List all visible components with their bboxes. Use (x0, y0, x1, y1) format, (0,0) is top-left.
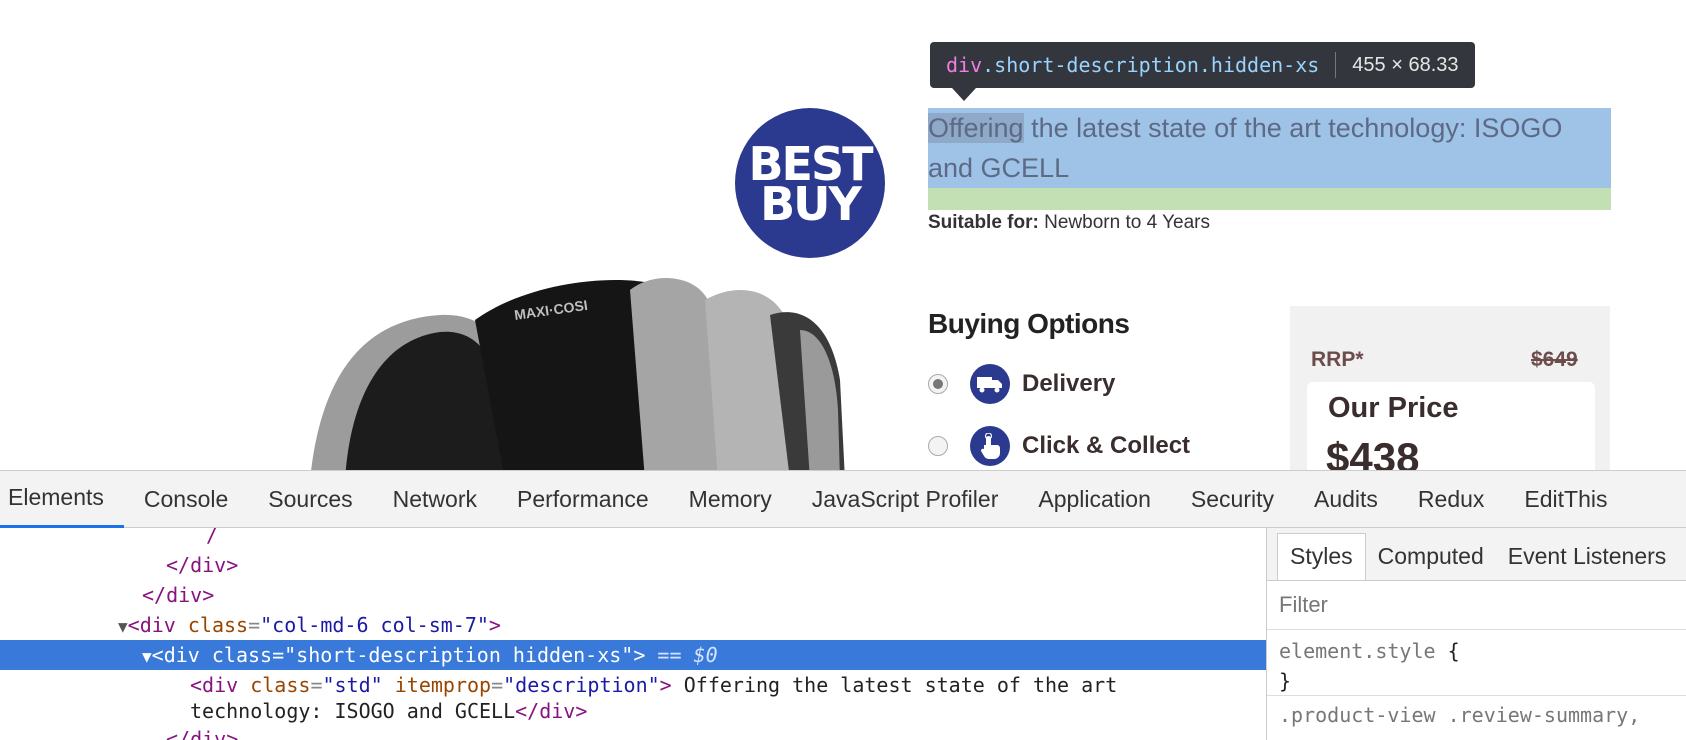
tooltip-classes: .short-description.hidden-xs (982, 53, 1320, 77)
expand-triangle-icon: ▼ (142, 647, 152, 666)
suitable-value: Newborn to 4 Years (1044, 212, 1210, 233)
best-buy-badge: BEST BUY (735, 108, 885, 258)
inspector-margin-highlight (928, 188, 1611, 210)
click-collect-radio[interactable] (928, 436, 948, 456)
styles-filter-input[interactable]: Filter (1267, 581, 1686, 630)
rrp-value: $649 (1531, 348, 1578, 371)
tab-network[interactable]: Network (373, 471, 497, 528)
tab-editthis[interactable]: EditThis (1504, 471, 1627, 528)
element-style-rule: element.style { } (1267, 630, 1686, 696)
rrp-label: RRP* (1311, 348, 1364, 371)
next-rule-selector: .product-view .review-summary, (1279, 703, 1641, 727)
click-collect-label: Click & Collect (1022, 432, 1191, 459)
option-click-collect[interactable]: Click & Collect (928, 426, 1190, 466)
tab-memory[interactable]: Memory (669, 471, 792, 528)
selected-text: Offering (928, 113, 1024, 143)
tab-application[interactable]: Application (1018, 471, 1171, 528)
dom-line-stub: / (206, 528, 219, 547)
tab-javascript-profiler[interactable]: JavaScript Profiler (792, 471, 1019, 528)
tab-event-listeners[interactable]: Event Listeners (1496, 543, 1679, 580)
tab-sources[interactable]: Sources (248, 471, 372, 528)
devtools-panel: Elements Console Sources Network Perform… (0, 470, 1686, 740)
expand-triangle-icon: ▼ (118, 617, 128, 636)
our-price-label: Our Price (1328, 392, 1459, 424)
tooltip-arrow (952, 88, 976, 101)
dom-line-selected[interactable]: ▼<div class="short-description hidden-xs… (0, 640, 1266, 670)
dom-tree: / </div> </div> ▼<div class="col-md-6 co… (0, 528, 1266, 740)
car-seat-image: MAXI·COSI (311, 278, 845, 470)
tab-computed[interactable]: Computed (1366, 543, 1496, 580)
dom-line[interactable]: </div> (0, 580, 1266, 610)
tab-styles[interactable]: Styles (1277, 533, 1366, 580)
dom-line[interactable]: technology: ISOGO and GCELL</div> (0, 696, 1266, 726)
styles-pane: Styles Computed Event Listeners Filter e… (1266, 528, 1686, 740)
tab-security[interactable]: Security (1171, 471, 1294, 528)
suitable-label: Suitable for: (928, 212, 1039, 233)
tooltip-tag: div (946, 53, 983, 77)
hand-pointer-icon (970, 426, 1010, 466)
short-description: Offering the latest state of the art tec… (928, 108, 1611, 188)
our-price-value: $438 (1326, 434, 1420, 470)
tab-audits[interactable]: Audits (1294, 471, 1398, 528)
tooltip-divider (1335, 52, 1337, 78)
tab-redux[interactable]: Redux (1398, 471, 1504, 528)
tab-console[interactable]: Console (124, 471, 248, 528)
dom-line[interactable]: </div> (0, 550, 1266, 580)
suitable-for: Suitable for: Newborn to 4 Years (928, 212, 1210, 234)
description-text: the latest state of the art technology: … (928, 113, 1563, 183)
element-style-selector: element.style (1279, 639, 1436, 663)
option-delivery[interactable]: Delivery (928, 364, 1115, 404)
dom-line[interactable]: </div> (0, 724, 1266, 740)
dom-line[interactable]: ▼<div class="col-md-6 col-sm-7"> (0, 610, 1266, 640)
truck-icon (970, 364, 1010, 404)
delivery-label: Delivery (1022, 370, 1116, 397)
product-page: BEST BUY MAXI·COSI Offering the latest s… (0, 0, 1686, 470)
tab-performance[interactable]: Performance (497, 471, 669, 528)
delivery-radio[interactable] (928, 374, 948, 394)
buying-options-title: Buying Options (928, 308, 1130, 339)
styles-tab-bar: Styles Computed Event Listeners (1267, 528, 1686, 581)
tooltip-dimensions: 455 × 68.33 (1352, 53, 1459, 76)
devtools-tab-bar: Elements Console Sources Network Perform… (0, 471, 1686, 528)
tab-elements[interactable]: Elements (0, 471, 124, 528)
inspector-tooltip: div .short-description.hidden-xs 455 × 68… (930, 42, 1475, 88)
